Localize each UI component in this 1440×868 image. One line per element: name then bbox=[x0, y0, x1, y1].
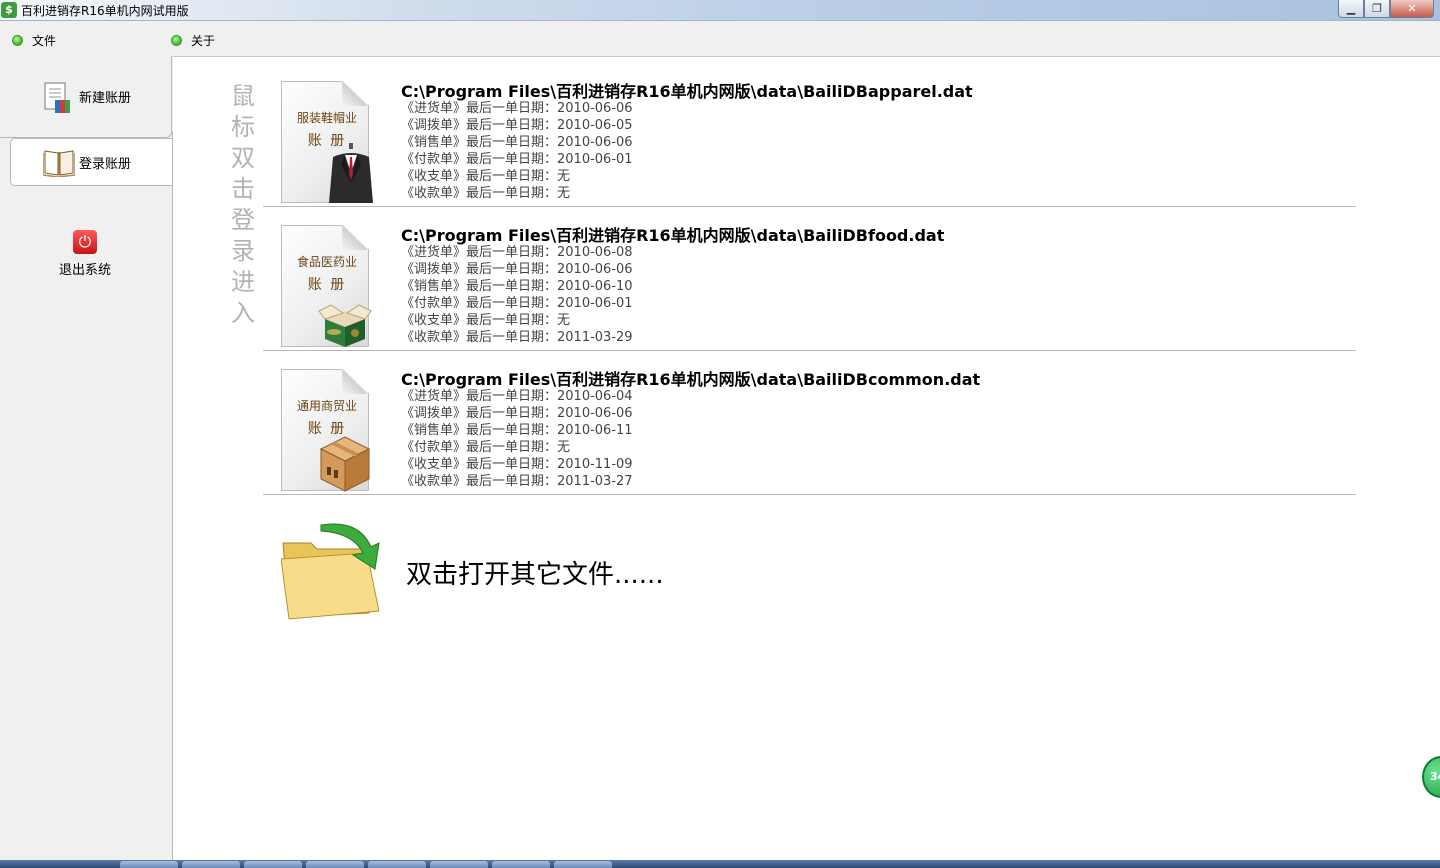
hint-char: 击 bbox=[231, 175, 255, 203]
ledger-info: 《进货单》最后一单日期：2010-06-08 《调拨单》最后一单日期：2010-… bbox=[401, 244, 633, 346]
info-line: 《收支单》最后一单日期：无 bbox=[401, 313, 571, 328]
app-icon: $ bbox=[1, 2, 17, 18]
ledger-file-path: C:\Program Files\百利进销存R16单机内网版\data\Bail… bbox=[401, 370, 981, 389]
info-line: 《收支单》最后一单日期：2010-11-09 bbox=[401, 457, 633, 472]
food-box-icon bbox=[318, 304, 372, 347]
minimize-button[interactable]: ▁ bbox=[1338, 0, 1364, 18]
login-ledger-label: 登录账册 bbox=[79, 156, 132, 172]
open-book-icon bbox=[42, 147, 76, 178]
hint-char: 双 bbox=[231, 144, 255, 172]
hint-char: 标 bbox=[231, 113, 255, 141]
info-line: 《调拨单》最后一单日期：2010-06-05 bbox=[401, 118, 633, 133]
sidebar: 新建账册 登录账册 ⏻ 退出系统 bbox=[0, 56, 173, 860]
cardboard-box-icon bbox=[319, 436, 371, 492]
menu-item-label: 文件 bbox=[32, 33, 57, 48]
taskbar-item[interactable] bbox=[368, 861, 426, 868]
menu-bar: 文件 关于 bbox=[0, 22, 1440, 56]
ledger-type-label: 食品医药业 bbox=[296, 255, 357, 269]
hint-char: 鼠 bbox=[231, 82, 255, 110]
info-line: 《收款单》最后一单日期：2011-03-29 bbox=[401, 330, 633, 345]
info-line: 《销售单》最后一单日期：2010-06-10 bbox=[401, 279, 633, 294]
title-bar: $ 百利进销存R16单机内网试用版 ▁ ❐ ✕ bbox=[0, 0, 1440, 21]
info-line: 《销售单》最后一单日期：2010-06-11 bbox=[401, 423, 633, 438]
maximize-button[interactable]: ❐ bbox=[1364, 0, 1390, 18]
green-dot-icon bbox=[12, 34, 23, 46]
taskbar-item[interactable] bbox=[554, 861, 612, 868]
power-icon: ⏻ bbox=[73, 230, 97, 254]
suit-icon bbox=[329, 143, 373, 203]
ledger-document-icon: 通用商贸业 账 册 bbox=[281, 369, 371, 492]
ledger-file-path: C:\Program Files\百利进销存R16单机内网版\data\Bail… bbox=[401, 226, 945, 245]
hint-char: 进 bbox=[231, 268, 255, 296]
ledger-entry-apparel[interactable]: 服装鞋帽业 账 册 C:\Program Files\百利进销存R16单机内网版… bbox=[263, 63, 1356, 207]
hint-char: 入 bbox=[231, 299, 255, 327]
ledger-document-icon: 服装鞋帽业 账 册 bbox=[281, 81, 373, 203]
menu-item-file[interactable]: 文件 bbox=[12, 31, 56, 49]
open-other-file[interactable]: 双击打开其它文件...... bbox=[281, 517, 881, 627]
ledger-sub-label: 账 册 bbox=[307, 277, 347, 293]
info-line: 《收款单》最后一单日期：无 bbox=[401, 186, 571, 201]
info-line: 《调拨单》最后一单日期：2010-06-06 bbox=[401, 262, 633, 277]
info-line: 《收支单》最后一单日期：无 bbox=[401, 169, 571, 184]
ledger-entry-food[interactable]: 食品医药业 账 册 C:\Program Files\百利进销存R16单机内网版… bbox=[263, 207, 1356, 351]
hint-char: 录 bbox=[231, 237, 255, 265]
exit-system-label: 退出系统 bbox=[58, 263, 111, 278]
open-other-label: 双击打开其它文件...... bbox=[406, 560, 664, 590]
taskbar-item[interactable] bbox=[120, 861, 178, 868]
open-folder-icon bbox=[281, 523, 380, 620]
info-line: 《销售单》最后一单日期：2010-06-06 bbox=[401, 135, 633, 150]
main-panel: 鼠 标 双 击 登 录 进 入 服装鞋帽业 账 册 C:\Program Fil… bbox=[173, 56, 1440, 860]
new-ledger-icon bbox=[43, 82, 73, 113]
taskbar-item[interactable] bbox=[182, 861, 240, 868]
menu-item-about[interactable]: 关于 bbox=[171, 31, 215, 49]
info-line: 《收款单》最后一单日期：2011-03-27 bbox=[401, 474, 633, 489]
ledger-document-icon: 食品医药业 账 册 bbox=[281, 225, 372, 347]
new-ledger-button[interactable]: 新建账册 bbox=[0, 56, 172, 138]
info-line: 《调拨单》最后一单日期：2010-06-06 bbox=[401, 406, 633, 421]
taskbar-item[interactable] bbox=[306, 861, 364, 868]
close-button[interactable]: ✕ bbox=[1390, 0, 1434, 18]
menu-item-label: 关于 bbox=[191, 33, 216, 48]
window-title: 百利进销存R16单机内网试用版 bbox=[21, 4, 189, 18]
info-line: 《进货单》最后一单日期：2010-06-04 bbox=[401, 389, 633, 404]
hint-char: 登 bbox=[231, 206, 255, 234]
new-ledger-label: 新建账册 bbox=[79, 91, 132, 106]
ledger-info: 《进货单》最后一单日期：2010-06-04 《调拨单》最后一单日期：2010-… bbox=[401, 388, 633, 490]
login-ledger-button[interactable]: 登录账册 bbox=[10, 138, 172, 186]
info-line: 《进货单》最后一单日期：2010-06-06 bbox=[401, 101, 633, 116]
info-line: 《付款单》最后一单日期：2010-06-01 bbox=[401, 152, 633, 167]
info-line: 《付款单》最后一单日期：2010-06-01 bbox=[401, 296, 633, 311]
info-line: 《进货单》最后一单日期：2010-06-08 bbox=[401, 245, 633, 260]
info-line: 《付款单》最后一单日期：无 bbox=[401, 440, 571, 455]
double-click-hint: 鼠 标 双 击 登 录 进 入 bbox=[228, 81, 258, 329]
taskbar-item[interactable] bbox=[492, 861, 550, 868]
ledger-info: 《进货单》最后一单日期：2010-06-06 《调拨单》最后一单日期：2010-… bbox=[401, 100, 633, 202]
window-controls: ▁ ❐ ✕ bbox=[1338, 0, 1434, 18]
ledger-entry-common[interactable]: 通用商贸业 账 册 C:\Program Files\百利进销存R16单机内网版… bbox=[263, 351, 1356, 495]
ledger-type-label: 服装鞋帽业 bbox=[296, 111, 357, 125]
taskbar bbox=[0, 860, 1440, 868]
ledger-file-path: C:\Program Files\百利进销存R16单机内网版\data\Bail… bbox=[401, 82, 973, 101]
exit-system-button[interactable]: ⏻ 退出系统 bbox=[40, 230, 130, 278]
green-dot-icon bbox=[171, 34, 182, 46]
ledger-type-label: 通用商贸业 bbox=[296, 399, 357, 413]
taskbar-item[interactable] bbox=[244, 861, 302, 868]
taskbar-item[interactable] bbox=[430, 861, 488, 868]
